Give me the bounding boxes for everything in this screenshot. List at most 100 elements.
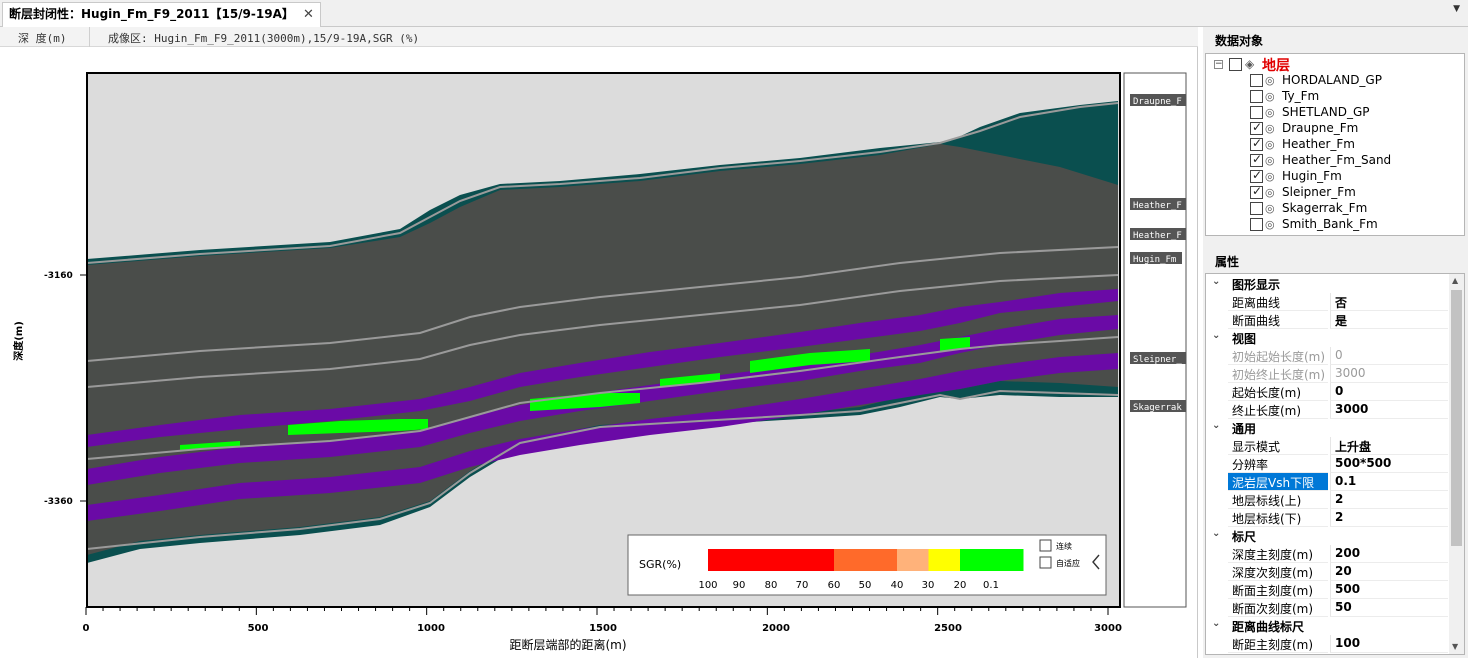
chevron-down-icon[interactable]: ⌄ bbox=[1212, 618, 1220, 629]
close-icon[interactable]: ✕ bbox=[303, 3, 314, 26]
tree-item[interactable]: ◎ Hugin_Fm bbox=[1206, 168, 1456, 185]
eye-icon[interactable]: ◎ bbox=[1265, 138, 1275, 151]
eye-icon[interactable]: ◎ bbox=[1265, 202, 1275, 215]
tree-item-label: Draupne_Fm bbox=[1282, 121, 1359, 135]
property-row[interactable]: 初始起始长度(m) 0 bbox=[1206, 347, 1448, 365]
layer-checkbox[interactable] bbox=[1250, 184, 1263, 199]
objects-panel-title: 数据对象 bbox=[1215, 34, 1264, 48]
property-value[interactable]: 3000 bbox=[1330, 401, 1448, 419]
eye-icon[interactable]: ◎ bbox=[1265, 106, 1275, 119]
property-value: 3000 bbox=[1330, 365, 1448, 383]
property-row[interactable]: 断面次刻度(m) 50 bbox=[1206, 599, 1448, 617]
eye-icon[interactable]: ◎ bbox=[1265, 154, 1275, 167]
property-row[interactable]: 地层标线(下) 2 bbox=[1206, 509, 1448, 527]
property-row[interactable]: 分辨率 500*500 bbox=[1206, 455, 1448, 473]
tree-item-label: Smith_Bank_Fm bbox=[1282, 217, 1378, 231]
layer-checkbox[interactable] bbox=[1250, 136, 1263, 151]
tree-item[interactable]: ◎ Heather_Fm bbox=[1206, 136, 1456, 153]
x-axis-label: 距断层端部的距离(m) bbox=[509, 637, 626, 652]
property-category[interactable]: ⌄ 标尺 bbox=[1206, 527, 1448, 545]
collapse-icon[interactable]: − bbox=[1214, 60, 1223, 69]
tree-item-label: Hugin_Fm bbox=[1282, 169, 1342, 183]
layer-checkbox[interactable] bbox=[1250, 202, 1263, 215]
chevron-down-icon[interactable]: ⌄ bbox=[1212, 528, 1220, 539]
eye-icon[interactable]: ◎ bbox=[1265, 90, 1275, 103]
chevron-down-icon[interactable]: ⌄ bbox=[1212, 276, 1220, 287]
x-tick-label: 2000 bbox=[762, 623, 790, 634]
property-value[interactable]: 20 bbox=[1330, 563, 1448, 581]
eye-icon[interactable]: ◎ bbox=[1265, 74, 1275, 87]
property-value[interactable]: 500*500 bbox=[1330, 455, 1448, 473]
property-value[interactable]: 否 bbox=[1330, 293, 1448, 311]
property-row[interactable]: 断面主刻度(m) 500 bbox=[1206, 581, 1448, 599]
property-row[interactable]: 终止长度(m) 3000 bbox=[1206, 401, 1448, 419]
layer-checkbox[interactable] bbox=[1250, 168, 1263, 183]
property-row[interactable]: 地层标线(上) 2 bbox=[1206, 491, 1448, 509]
continuous-checkbox[interactable] bbox=[1039, 539, 1052, 552]
layer-checkbox[interactable] bbox=[1250, 120, 1263, 135]
adaptive-checkbox[interactable] bbox=[1039, 556, 1052, 569]
property-value[interactable]: 100 bbox=[1330, 635, 1448, 653]
property-name: 断面曲线 bbox=[1228, 311, 1328, 329]
eye-icon[interactable]: ◎ bbox=[1265, 186, 1275, 199]
property-value[interactable]: 200 bbox=[1330, 545, 1448, 563]
eye-icon[interactable]: ◎ bbox=[1265, 170, 1275, 183]
scroll-down-icon[interactable]: ▼ bbox=[1452, 642, 1458, 651]
property-row[interactable]: 深度次刻度(m) 20 bbox=[1206, 563, 1448, 581]
eye-icon[interactable]: ◎ bbox=[1265, 122, 1275, 135]
property-value[interactable]: 是 bbox=[1330, 311, 1448, 329]
horizon-label: Skagerrak bbox=[1133, 403, 1182, 413]
layer-checkbox[interactable] bbox=[1250, 152, 1263, 167]
property-value[interactable]: 2 bbox=[1330, 509, 1448, 527]
tree-item-label: SHETLAND_GP bbox=[1282, 105, 1370, 119]
tab-dropdown-icon[interactable]: ▼ bbox=[1453, 4, 1460, 14]
tree-item[interactable]: ◎ HORDALAND_GP bbox=[1206, 73, 1456, 89]
property-name: 分辨率 bbox=[1228, 455, 1328, 473]
layer-checkbox[interactable] bbox=[1250, 90, 1263, 103]
layer-checkbox[interactable] bbox=[1250, 106, 1263, 119]
property-value[interactable]: 50 bbox=[1330, 599, 1448, 617]
x-tick-label: 1000 bbox=[417, 623, 445, 634]
document-tab[interactable]: 断层封闭性：Hugin_Fm_F9_2011【15/9-19A】 ✕ bbox=[2, 2, 321, 27]
property-row[interactable]: 断距主刻度(m) 100 bbox=[1206, 635, 1448, 653]
tree-item[interactable]: ◎ Skagerrak_Fm bbox=[1206, 201, 1456, 217]
property-row[interactable]: 泥岩层Vsh下限 0.1 bbox=[1206, 473, 1448, 491]
tree-item[interactable]: ◎ Heather_Fm_Sand bbox=[1206, 152, 1456, 169]
tree-item[interactable]: ◎ Draupne_Fm bbox=[1206, 120, 1456, 137]
property-row[interactable]: 断面曲线是 bbox=[1206, 311, 1448, 329]
property-value[interactable]: 2 bbox=[1330, 491, 1448, 509]
tree-item[interactable]: ◎ Smith_Bank_Fm bbox=[1206, 217, 1456, 233]
x-tick-label: 500 bbox=[248, 623, 269, 634]
property-row[interactable]: 起始长度(m) 0 bbox=[1206, 383, 1448, 401]
layer-checkbox[interactable] bbox=[1250, 74, 1263, 87]
property-row[interactable]: 深度主刻度(m) 200 bbox=[1206, 545, 1448, 563]
side-panels: 数据对象 − ◈ 地层 ◎ HORDALAND_GP ◎ Ty_Fm ◎ SHETLAND… bbox=[1203, 27, 1468, 658]
chevron-down-icon[interactable]: ⌄ bbox=[1212, 330, 1220, 341]
eye-icon[interactable]: ◎ bbox=[1265, 218, 1275, 231]
property-category[interactable]: ⌄ 距离曲线标尺 bbox=[1206, 617, 1448, 635]
chevron-down-icon[interactable]: ⌄ bbox=[1212, 420, 1220, 431]
tree-item[interactable]: ◎ SHETLAND_GP bbox=[1206, 105, 1456, 121]
property-value[interactable]: 上升盘 bbox=[1330, 437, 1448, 455]
property-value[interactable]: 0.1 bbox=[1330, 473, 1448, 491]
layer-checkbox[interactable] bbox=[1250, 218, 1263, 231]
horizon-label: Hugin_Fm bbox=[1133, 255, 1176, 265]
property-name: 深度次刻度(m) bbox=[1228, 563, 1328, 581]
property-row[interactable]: 初始终止长度(m) 3000 bbox=[1206, 365, 1448, 383]
property-value[interactable]: 0 bbox=[1330, 383, 1448, 401]
scroll-thumb[interactable] bbox=[1451, 290, 1462, 546]
property-scrollbar[interactable]: ▲ ▼ bbox=[1449, 274, 1464, 654]
property-row[interactable]: 距离曲线否 bbox=[1206, 293, 1448, 311]
legend-tick: 40 bbox=[891, 580, 904, 591]
property-row[interactable]: 显示模式 上升盘 bbox=[1206, 437, 1448, 455]
tree-item[interactable]: ◎ Ty_Fm bbox=[1206, 89, 1456, 105]
property-category[interactable]: ⌄ 视图 bbox=[1206, 329, 1448, 347]
property-category[interactable]: ⌄ 图形显示 bbox=[1206, 275, 1448, 293]
root-checkbox[interactable] bbox=[1229, 58, 1242, 71]
property-category[interactable]: ⌄ 通用 bbox=[1206, 419, 1448, 437]
tree-root-stratum[interactable]: − ◈ 地层 bbox=[1206, 57, 1456, 74]
scroll-up-icon[interactable]: ▲ bbox=[1452, 276, 1458, 285]
tree-item[interactable]: ◎ Sleipner_Fm bbox=[1206, 184, 1456, 201]
sgr-fault-plane-plot[interactable]: Draupne_F Heather_F Heather_F Hugin_Fm S… bbox=[0, 27, 1198, 658]
property-value[interactable]: 500 bbox=[1330, 581, 1448, 599]
